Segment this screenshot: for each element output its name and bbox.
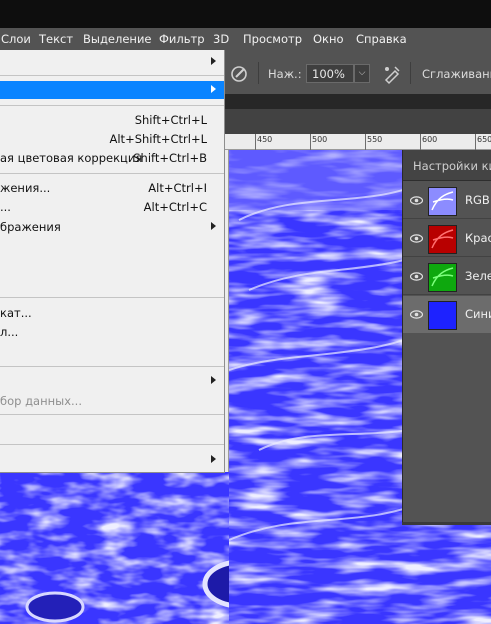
title-bar bbox=[0, 0, 491, 28]
ruler-label: 650 bbox=[477, 135, 491, 144]
menu-item-image-size[interactable]: жения... Alt+Ctrl+I bbox=[0, 179, 224, 197]
chevron-down-icon[interactable]: ⌵ bbox=[354, 64, 370, 83]
menu-view[interactable]: Просмотр bbox=[243, 32, 302, 46]
options-divider bbox=[258, 62, 259, 84]
channel-thumbnail bbox=[428, 263, 457, 292]
menu-help[interactable]: Справка bbox=[356, 32, 407, 46]
menu-item-data-sets[interactable]: бор данных... bbox=[0, 392, 224, 410]
menu-item-crop[interactable]: кат... bbox=[0, 304, 224, 322]
menu-shortcut: Shift+Ctrl+L bbox=[134, 113, 207, 127]
menu-divider bbox=[0, 444, 224, 445]
menu-item-auto-color[interactable]: ая цветовая коррекция Shift+Ctrl+B bbox=[0, 149, 224, 167]
horizontal-ruler[interactable]: 450 500 550 600 650 bbox=[224, 134, 491, 150]
dropdown-menu: Shift+Ctrl+L Alt+Shift+Ctrl+L ая цветова… bbox=[0, 50, 225, 473]
channel-thumbnail bbox=[428, 301, 457, 330]
pressure-label: Наж.: bbox=[268, 67, 302, 81]
menu-item[interactable]: Alt+Shift+Ctrl+L bbox=[0, 130, 224, 148]
eye-icon[interactable] bbox=[410, 234, 423, 243]
menu-item[interactable] bbox=[0, 372, 224, 390]
submenu-arrow-icon bbox=[211, 85, 216, 93]
ruler-label: 450 bbox=[257, 135, 273, 144]
panel-bottom-edge bbox=[402, 522, 491, 525]
panel-title[interactable]: Настройки ки bbox=[413, 159, 491, 173]
menu-divider bbox=[0, 366, 224, 367]
menu-divider bbox=[0, 75, 224, 76]
canvas-image[interactable] bbox=[0, 472, 229, 624]
menu-filter[interactable]: Фильтр bbox=[159, 32, 205, 46]
menu-item-canvas-size[interactable]: ... Alt+Ctrl+C bbox=[0, 198, 224, 216]
panel-header: Настройки ки bbox=[403, 150, 491, 181]
menu-item-image-rotation[interactable]: бражения bbox=[0, 218, 224, 236]
menu-shortcut: Alt+Ctrl+I bbox=[148, 181, 207, 195]
menu-select[interactable]: Выделение bbox=[83, 32, 152, 46]
menu-3d[interactable]: 3D bbox=[213, 32, 229, 46]
channel-thumbnail bbox=[428, 187, 457, 216]
menu-divider bbox=[0, 173, 224, 174]
menu-type[interactable]: Текст bbox=[39, 32, 73, 46]
eye-icon[interactable] bbox=[410, 310, 423, 319]
submenu-arrow-icon bbox=[211, 455, 216, 463]
options-divider bbox=[410, 62, 411, 84]
menu-item[interactable] bbox=[0, 53, 224, 71]
menu-shortcut: Alt+Ctrl+C bbox=[143, 200, 207, 214]
channel-name: Сини bbox=[465, 307, 491, 321]
ruler-label: 600 bbox=[422, 135, 438, 144]
smoothing-label: Сглаживани bbox=[422, 67, 491, 81]
channel-thumbnail bbox=[428, 225, 457, 254]
channel-row-rgb[interactable]: RGB bbox=[403, 182, 491, 219]
submenu-arrow-icon bbox=[211, 376, 216, 384]
channel-row-blue[interactable]: Сини bbox=[403, 296, 491, 333]
menu-shortcut: Alt+Shift+Ctrl+L bbox=[109, 132, 208, 146]
menu-item-highlighted[interactable] bbox=[0, 81, 224, 99]
channel-name: Крас bbox=[465, 231, 491, 245]
channels-panel: Настройки ки RGB Крас Зеле Сини bbox=[402, 150, 491, 522]
channel-row-red[interactable]: Крас bbox=[403, 220, 491, 257]
menu-item-trim[interactable]: л... bbox=[0, 323, 224, 341]
airbrush-pressure-icon[interactable] bbox=[228, 63, 250, 85]
menu-divider bbox=[0, 297, 224, 298]
pressure-input[interactable]: 100% bbox=[306, 64, 354, 83]
channel-row-green[interactable]: Зеле bbox=[403, 258, 491, 295]
submenu-arrow-icon bbox=[211, 222, 216, 230]
menu-divider bbox=[0, 105, 224, 106]
submenu-arrow-icon bbox=[211, 57, 216, 65]
ruler-label: 550 bbox=[367, 135, 383, 144]
tablet-pressure-icon[interactable] bbox=[381, 63, 403, 85]
menu-item[interactable]: Shift+Ctrl+L bbox=[0, 111, 224, 129]
channel-name: Зеле bbox=[465, 269, 491, 283]
menu-item[interactable] bbox=[0, 451, 224, 469]
eye-icon[interactable] bbox=[410, 196, 423, 205]
menu-window[interactable]: Окно bbox=[313, 32, 344, 46]
menu-bar: Слои Текст Выделение Фильтр 3D Просмотр … bbox=[0, 28, 491, 50]
eye-icon[interactable] bbox=[410, 272, 423, 281]
menu-divider bbox=[0, 414, 224, 415]
menu-layers[interactable]: Слои bbox=[1, 32, 31, 46]
channel-name: RGB bbox=[465, 193, 490, 207]
menu-shortcut: Shift+Ctrl+B bbox=[133, 151, 207, 165]
ruler-label: 500 bbox=[312, 135, 328, 144]
